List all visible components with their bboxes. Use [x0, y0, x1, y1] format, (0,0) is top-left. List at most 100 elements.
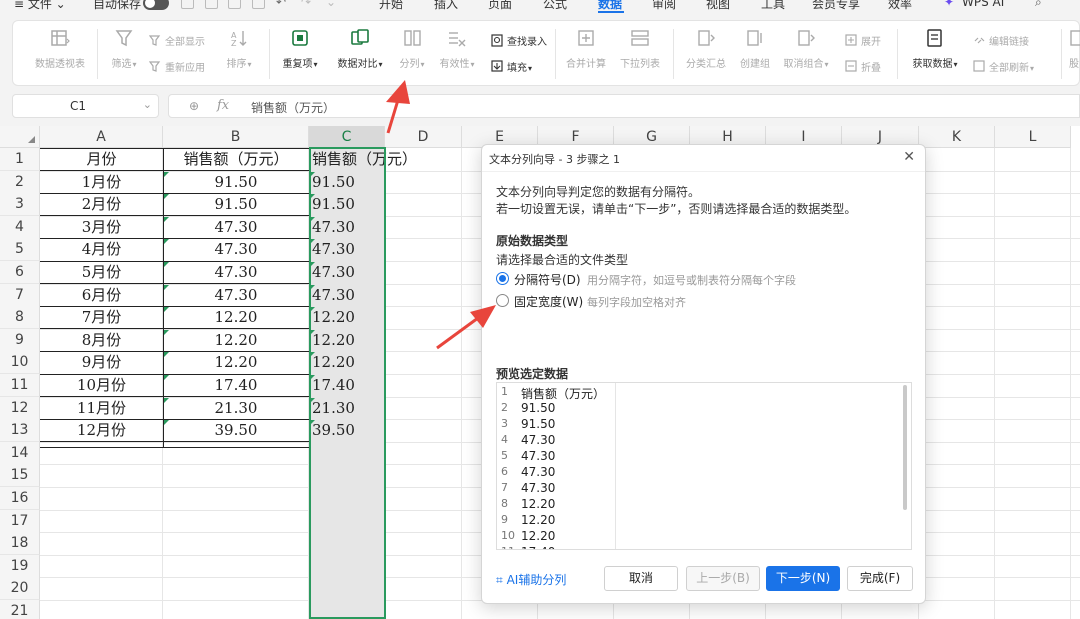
row-header-9[interactable]: 9 — [0, 328, 40, 352]
collapse-button[interactable]: 折叠 — [845, 59, 881, 74]
pivot-table-button[interactable]: 数据透视表 — [31, 27, 89, 70]
row-header-12[interactable]: 12 — [0, 396, 40, 420]
ungroup-button[interactable]: 取消组合 — [781, 27, 831, 70]
cell-b13[interactable]: 39.50 — [163, 419, 309, 442]
cell-a7[interactable]: 6月份 — [40, 284, 163, 307]
radio-delimited[interactable] — [496, 272, 509, 285]
reapply-button[interactable]: 重新应用 — [149, 59, 205, 74]
previous-button[interactable]: 上一步(B) — [686, 566, 760, 591]
tab-wps-ai[interactable]: WPS AI — [962, 0, 1004, 9]
tab-formula[interactable]: 公式 — [543, 0, 567, 12]
dropdown-list-button[interactable]: 下拉列表 — [617, 27, 663, 70]
column-header-k[interactable]: K — [919, 126, 995, 148]
radio-fixed-width[interactable] — [496, 294, 509, 307]
row-header-20[interactable]: 20 — [0, 577, 40, 601]
close-icon[interactable]: ✕ — [903, 149, 915, 165]
tab-insert[interactable]: 插入 — [434, 0, 458, 12]
cancel-button[interactable]: 取消 — [604, 566, 678, 591]
tab-review[interactable]: 审阅 — [652, 0, 676, 12]
cell-b1[interactable]: 销售额（万元） — [163, 148, 309, 171]
preview-pane[interactable]: 1 销售额（万元） 2 91.50 3 91.50 4 47.30 5 47.30 6 47.30 7 4… — [496, 382, 912, 550]
refresh-all-button[interactable]: 全部刷新 — [973, 59, 1034, 74]
cell-a9[interactable]: 8月份 — [40, 329, 163, 352]
function-icon[interactable]: fx — [217, 98, 229, 113]
cell-a4[interactable]: 3月份 — [40, 216, 163, 239]
cell-b2[interactable]: 91.50 — [163, 171, 309, 194]
row-header-5[interactable]: 5 — [0, 238, 40, 262]
row-header-8[interactable]: 8 — [0, 306, 40, 330]
row-header-4[interactable]: 4 — [0, 215, 40, 239]
radio-delimited-label[interactable]: 分隔符号(D) — [514, 271, 581, 288]
data-compare-button[interactable]: 数据对比 — [331, 27, 389, 70]
column-header-d[interactable]: D — [385, 126, 462, 148]
tab-tools[interactable]: 工具 — [761, 0, 785, 12]
tab-view[interactable]: 视图 — [706, 0, 730, 12]
column-header-c[interactable]: C — [309, 126, 385, 148]
cell-b4[interactable]: 47.30 — [163, 216, 309, 239]
cell-b8[interactable]: 12.20 — [163, 306, 309, 329]
autosave-toggle[interactable] — [143, 0, 169, 10]
name-box[interactable]: C1 ⌄ — [12, 94, 159, 118]
chevron-down-icon[interactable]: ⌄ — [143, 98, 152, 111]
tab-home[interactable]: 开始 — [379, 0, 403, 12]
row-header-7[interactable]: 7 — [0, 283, 40, 307]
subtotal-button[interactable]: 分类汇总 — [683, 27, 729, 70]
cell-a1[interactable]: 月份 — [40, 148, 163, 171]
cell-b9[interactable]: 12.20 — [163, 329, 309, 352]
edit-links-button[interactable]: 编辑链接 — [973, 33, 1029, 48]
row-header-18[interactable]: 18 — [0, 532, 40, 556]
share-icon[interactable] — [205, 0, 218, 9]
row-header-10[interactable]: 10 — [0, 351, 40, 375]
find-entry-button[interactable]: 查找录入 — [491, 33, 547, 48]
cell-a8[interactable]: 7月份 — [40, 306, 163, 329]
cell-a6[interactable]: 5月份 — [40, 261, 163, 284]
row-header-1[interactable]: 1 — [0, 148, 40, 171]
cell-b3[interactable]: 91.50 — [163, 193, 309, 216]
save-icon[interactable] — [181, 0, 194, 9]
column-header-l[interactable]: L — [995, 126, 1071, 148]
cell-b6[interactable]: 47.30 — [163, 261, 309, 284]
expand-button[interactable]: 展开 — [845, 33, 881, 48]
tab-page[interactable]: 页面 — [488, 0, 512, 12]
redo-icon[interactable]: ↷ — [301, 0, 311, 9]
zoom-icon[interactable]: ⊕ — [189, 99, 199, 113]
preview-icon[interactable] — [252, 0, 265, 9]
select-all-corner[interactable] — [0, 126, 40, 148]
cell-a5[interactable]: 4月份 — [40, 238, 163, 261]
cell-b12[interactable]: 21.30 — [163, 397, 309, 420]
create-group-button[interactable]: 创建组 — [735, 27, 775, 70]
tab-efficiency[interactable]: 效率 — [888, 0, 912, 12]
next-button[interactable]: 下一步(N) — [766, 566, 840, 591]
row-header-2[interactable]: 2 — [0, 170, 40, 194]
row-header-6[interactable]: 6 — [0, 261, 40, 284]
show-all-button[interactable]: 全部显示 — [149, 33, 205, 48]
sort-button[interactable]: AZ 排序 — [223, 27, 255, 70]
column-header-b[interactable]: B — [163, 126, 309, 148]
duplicates-button[interactable]: 重复项 — [277, 27, 323, 70]
finish-button[interactable]: 完成(F) — [847, 566, 913, 591]
filter-button[interactable]: 筛选 — [107, 27, 141, 70]
row-header-13[interactable]: 13 — [0, 419, 40, 443]
cell-b11[interactable]: 17.40 — [163, 374, 309, 397]
radio-fixed-width-label[interactable]: 固定宽度(W) — [514, 293, 583, 310]
cell-a10[interactable]: 9月份 — [40, 351, 163, 374]
formula-bar[interactable]: ⊕ fx 销售额（万元） — [168, 94, 1080, 118]
row-header-3[interactable]: 3 — [0, 193, 40, 217]
column-header-a[interactable]: A — [40, 126, 163, 148]
row-header-15[interactable]: 15 — [0, 464, 40, 488]
chevron-down-icon[interactable]: ⌄ — [326, 0, 336, 9]
cell-b7[interactable]: 47.30 — [163, 284, 309, 307]
cell-a2[interactable]: 1月份 — [40, 171, 163, 194]
row-header-19[interactable]: 19 — [0, 554, 40, 578]
ai-split-link[interactable]: ⌗ AI辅助分列 — [496, 571, 566, 588]
row-header-11[interactable]: 11 — [0, 374, 40, 397]
consolidate-button[interactable]: 合并计算 — [563, 27, 609, 70]
undo-icon[interactable]: ↶ — [276, 0, 286, 9]
cell-a3[interactable]: 2月份 — [40, 193, 163, 216]
print-icon[interactable] — [228, 0, 241, 9]
cell-a13[interactable]: 12月份 — [40, 419, 163, 442]
cell-b10[interactable]: 12.20 — [163, 351, 309, 374]
cell-a11[interactable]: 10月份 — [40, 374, 163, 397]
row-header-14[interactable]: 14 — [0, 441, 40, 465]
get-data-button[interactable]: 获取数据 — [907, 27, 963, 70]
